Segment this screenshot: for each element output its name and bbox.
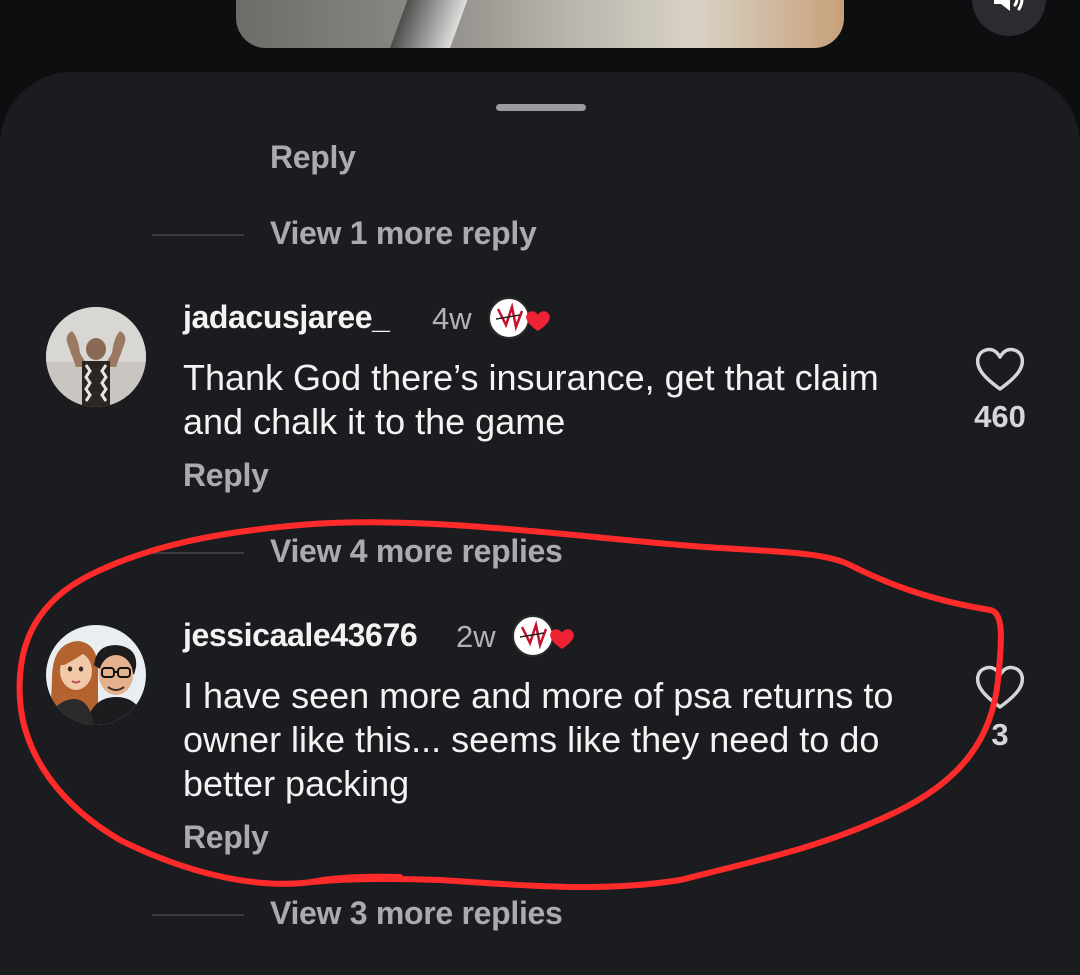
thread-divider	[152, 234, 244, 236]
user-photo-icon	[46, 625, 146, 725]
avatar[interactable]	[46, 307, 146, 407]
reply-button[interactable]: Reply	[183, 457, 269, 494]
screen: Reply View 1 more reply jadacusjaree_ 4w…	[0, 0, 1080, 975]
avatar[interactable]	[46, 625, 146, 725]
like-count: 3	[991, 717, 1009, 752]
comment-text: I have seen more and more of psa returns…	[183, 675, 894, 804]
timestamp: 4w	[432, 301, 472, 336]
heart-icon[interactable]	[972, 343, 1028, 395]
view-more-replies-button[interactable]: View 3 more replies	[270, 895, 563, 932]
view-more-replies-button[interactable]: View 4 more replies	[270, 533, 563, 570]
reply-button[interactable]: Reply	[270, 145, 356, 176]
timestamp: 2w	[456, 619, 496, 654]
drag-handle[interactable]	[496, 104, 586, 111]
username[interactable]: jessicaale43676	[183, 617, 418, 654]
heart-icon[interactable]	[972, 661, 1028, 713]
like-count: 460	[974, 399, 1026, 434]
comments-list[interactable]: Reply View 1 more reply jadacusjaree_ 4w…	[0, 145, 1080, 975]
thread-divider	[152, 914, 244, 916]
thread-divider	[152, 552, 244, 554]
username[interactable]: jadacusjaree_	[183, 299, 390, 336]
creator-heart-badge-icon	[488, 297, 550, 339]
speaker-icon	[994, 0, 1024, 11]
reply-button[interactable]: Reply	[183, 819, 269, 856]
creator-heart-badge-icon	[512, 615, 574, 657]
video-preview[interactable]	[236, 0, 844, 48]
comment-text: Thank God there’s insurance, get that cl…	[183, 357, 879, 442]
user-photo-icon	[46, 307, 146, 407]
sound-toggle-button[interactable]	[972, 0, 1046, 36]
view-more-replies-button[interactable]: View 1 more reply	[270, 215, 537, 252]
